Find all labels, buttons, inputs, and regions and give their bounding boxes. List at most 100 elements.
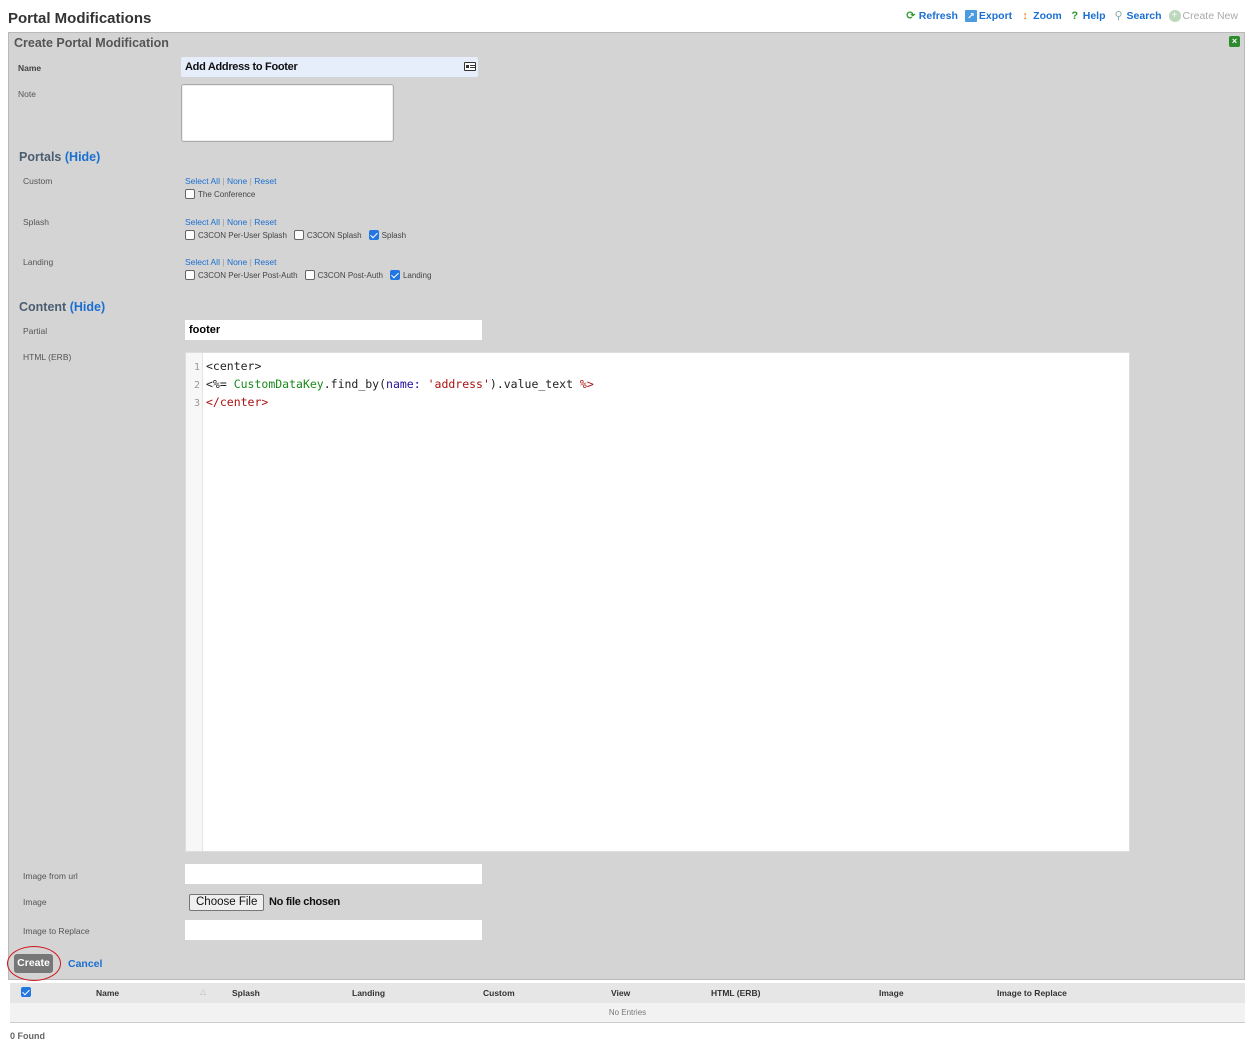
checkbox-splash[interactable] <box>368 230 379 240</box>
separator: | <box>222 176 225 186</box>
file-status: No file chosen <box>269 896 340 908</box>
zoom-label: Zoom <box>1033 10 1062 22</box>
checkbox-label: Landing <box>402 270 432 280</box>
image-url-label: Image from url <box>23 871 78 881</box>
custom-label: Custom <box>23 176 53 186</box>
column-custom[interactable]: Custom <box>483 988 515 998</box>
landing-links: Select All | None | Reset <box>185 257 276 267</box>
checkbox-the-conference[interactable] <box>185 189 195 199</box>
table-empty-row: No Entries <box>10 1003 1245 1023</box>
create-new-button[interactable]: + Create New <box>1168 10 1238 22</box>
panel-header: Create Portal Modification <box>14 36 169 50</box>
landing-select-all-link[interactable]: Select All <box>185 257 220 267</box>
sort-icon[interactable]: △ <box>200 987 206 996</box>
column-splash[interactable]: Splash <box>232 988 260 998</box>
custom-select-all-link[interactable]: Select All <box>185 176 220 186</box>
content-section-title: Content (Hide) <box>19 300 105 314</box>
export-icon: ↗ <box>964 10 977 22</box>
column-view[interactable]: View <box>611 988 630 998</box>
splash-reset-link[interactable]: Reset <box>254 217 276 227</box>
checkbox-c3con-splash[interactable] <box>293 230 304 240</box>
portals-section-title: Portals (Hide) <box>19 150 100 164</box>
separator: | <box>249 217 252 227</box>
separator: | <box>249 257 252 267</box>
note-label: Note <box>18 89 36 99</box>
export-label: Export <box>978 10 1013 22</box>
image-replace-label: Image to Replace <box>23 926 90 936</box>
landing-checkbox-group: C3CON Per-User Post-Auth C3CON Post-Auth… <box>185 270 435 280</box>
toolbar: ⟳ Refresh ↗ Export ↕ Zoom ? Help ⚲ Searc… <box>905 10 1238 22</box>
column-name[interactable]: Name <box>96 988 119 998</box>
splash-links: Select All | None | Reset <box>185 217 276 227</box>
found-count: 0 Found <box>10 1031 45 1041</box>
code-text: <center> <box>206 359 262 373</box>
splash-none-link[interactable]: None <box>227 217 247 227</box>
checkbox-c3con-per-user-splash[interactable] <box>185 230 195 240</box>
checkbox-landing[interactable] <box>389 270 400 280</box>
name-input[interactable] <box>181 57 478 77</box>
column-image-to-replace[interactable]: Image to Replace <box>997 988 1067 998</box>
close-icon[interactable]: × <box>1229 36 1240 47</box>
create-button[interactable]: Create <box>14 954 53 973</box>
splash-label: Splash <box>23 217 49 227</box>
export-button[interactable]: ↗ Export <box>964 10 1013 22</box>
checkbox-c3con-per-user-post-auth[interactable] <box>185 270 195 280</box>
page-title: Portal Modifications <box>8 10 152 27</box>
column-image[interactable]: Image <box>879 988 904 998</box>
checkbox-label: C3CON Per-User Post-Auth <box>198 270 298 280</box>
custom-links: Select All | None | Reset <box>185 176 276 186</box>
checkbox-label: Splash <box>381 230 407 240</box>
note-textarea[interactable] <box>181 84 394 142</box>
refresh-button[interactable]: ⟳ Refresh <box>905 10 958 22</box>
splash-select-all-link[interactable]: Select All <box>185 217 220 227</box>
zoom-button[interactable]: ↕ Zoom <box>1019 10 1062 22</box>
search-button[interactable]: ⚲ Search <box>1113 10 1162 22</box>
column-html-erb[interactable]: HTML (ERB) <box>711 988 760 998</box>
create-panel: Create Portal Modification × Name Note P… <box>7 32 1245 981</box>
create-new-label: Create New <box>1182 10 1238 22</box>
cancel-link[interactable]: Cancel <box>68 958 102 970</box>
checkbox-label: C3CON Splash <box>306 230 362 240</box>
name-label: Name <box>18 63 42 73</box>
help-button[interactable]: ? Help <box>1069 10 1106 22</box>
partial-input[interactable] <box>185 320 482 340</box>
separator: | <box>222 257 225 267</box>
search-icon: ⚲ <box>1114 10 1123 22</box>
column-landing[interactable]: Landing <box>352 988 385 998</box>
landing-label: Landing <box>23 257 54 267</box>
landing-none-link[interactable]: None <box>227 257 247 267</box>
refresh-label: Refresh <box>918 10 958 22</box>
portals-hide-link[interactable]: (Hide) <box>65 150 100 164</box>
custom-reset-link[interactable]: Reset <box>254 176 276 186</box>
image-replace-input[interactable] <box>185 920 482 940</box>
landing-reset-link[interactable]: Reset <box>254 257 276 267</box>
code-line[interactable]: 3 </center> <box>186 393 1129 411</box>
separator: | <box>249 176 252 186</box>
contact-card-icon[interactable] <box>464 62 476 71</box>
help-label: Help <box>1082 10 1106 22</box>
html-erb-label: HTML (ERB) <box>23 352 72 362</box>
editor-gutter <box>186 353 203 851</box>
choose-file-button[interactable]: Choose File <box>189 894 265 911</box>
image-url-input[interactable] <box>185 864 482 884</box>
code-line[interactable]: 1 <center> <box>186 357 1129 375</box>
select-all-checkbox[interactable] <box>21 987 31 997</box>
checkbox-label: The Conference <box>198 189 256 199</box>
portals-title-text: Portals <box>19 150 62 164</box>
plus-circle-icon: + <box>1168 10 1181 22</box>
code-editor[interactable]: 1 <center> 2 <%= CustomDataKey.find_by(name… <box>185 352 1130 852</box>
checkbox-c3con-post-auth[interactable] <box>304 270 315 280</box>
search-label: Search <box>1126 10 1162 22</box>
table-header: Name △ Splash Landing Custom View HTML (… <box>10 983 1245 1003</box>
separator: | <box>222 217 225 227</box>
code-line[interactable]: 2 <%= CustomDataKey.find_by(name: 'addres… <box>186 375 1129 393</box>
checkbox-label: C3CON Post-Auth <box>317 270 383 280</box>
content-hide-link[interactable]: (Hide) <box>70 300 105 314</box>
line-number: 3 <box>193 398 200 409</box>
custom-none-link[interactable]: None <box>227 176 247 186</box>
refresh-icon: ⟳ <box>906 10 916 22</box>
image-label: Image <box>23 897 47 907</box>
content-title-text: Content <box>19 300 67 314</box>
code-text: <%= CustomDataKey.find_by(name: 'address… <box>206 377 594 391</box>
splash-checkbox-group: C3CON Per-User Splash C3CON Splash Splas… <box>185 230 410 240</box>
